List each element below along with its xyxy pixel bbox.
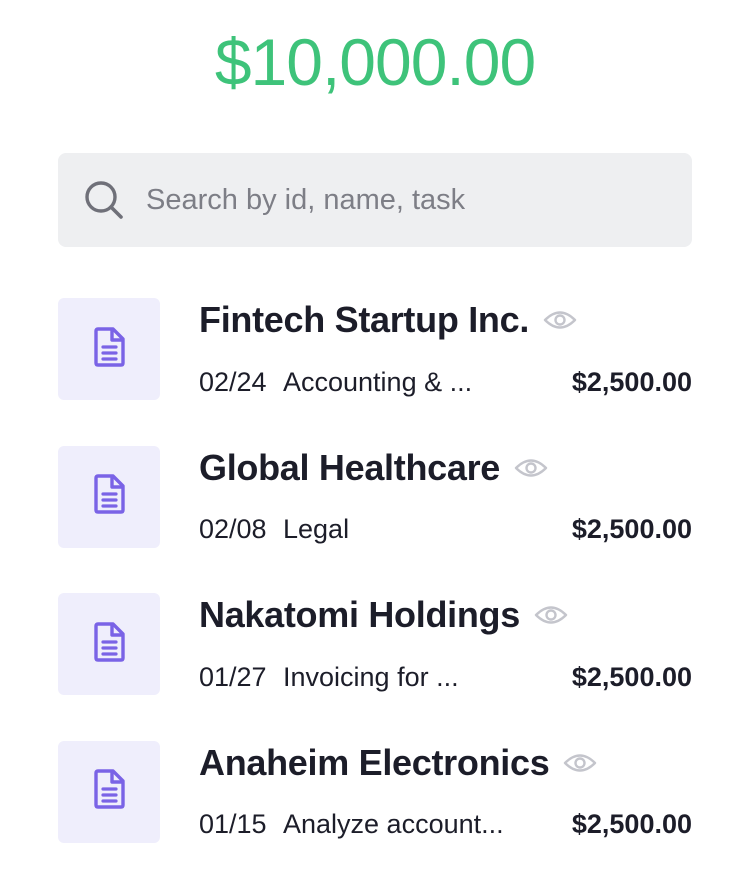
item-date: 02/24 [199, 367, 283, 398]
item-title: Fintech Startup Inc. [199, 299, 529, 341]
item-amount: $2,500.00 [542, 514, 692, 545]
list-item[interactable]: Global Healthcare 02/08 Legal $2,500.00 [58, 446, 692, 594]
item-title: Nakatomi Holdings [199, 594, 520, 636]
search-box[interactable] [58, 153, 692, 247]
document-icon [90, 326, 128, 373]
item-list: Fintech Startup Inc. 02/24 Accounting & … [58, 298, 692, 888]
item-task: Accounting & ... [283, 367, 542, 398]
item-task: Legal [283, 514, 542, 545]
item-title: Global Healthcare [199, 447, 500, 489]
item-date: 01/27 [199, 662, 283, 693]
eye-icon[interactable] [543, 303, 577, 337]
eye-icon[interactable] [514, 451, 548, 485]
list-item[interactable]: Fintech Startup Inc. 02/24 Accounting & … [58, 298, 692, 446]
item-amount: $2,500.00 [542, 809, 692, 840]
item-title: Anaheim Electronics [199, 742, 549, 784]
eye-icon[interactable] [534, 598, 568, 632]
search-icon [82, 178, 126, 222]
list-item[interactable]: Anaheim Electronics 01/15 Analyze accoun… [58, 741, 692, 888]
item-date: 02/08 [199, 514, 283, 545]
document-tile [58, 298, 160, 400]
item-task: Analyze account... [283, 809, 542, 840]
search-input[interactable] [146, 170, 692, 230]
item-task: Invoicing for ... [283, 662, 542, 693]
document-tile [58, 593, 160, 695]
document-icon [90, 621, 128, 668]
document-tile [58, 741, 160, 843]
balance-amount: $10,000.00 [0, 22, 750, 102]
item-amount: $2,500.00 [542, 367, 692, 398]
eye-icon[interactable] [563, 746, 597, 780]
document-icon [90, 473, 128, 520]
item-amount: $2,500.00 [542, 662, 692, 693]
item-date: 01/15 [199, 809, 283, 840]
document-icon [90, 768, 128, 815]
list-item[interactable]: Nakatomi Holdings 01/27 Invoicing for ..… [58, 593, 692, 741]
document-tile [58, 446, 160, 548]
